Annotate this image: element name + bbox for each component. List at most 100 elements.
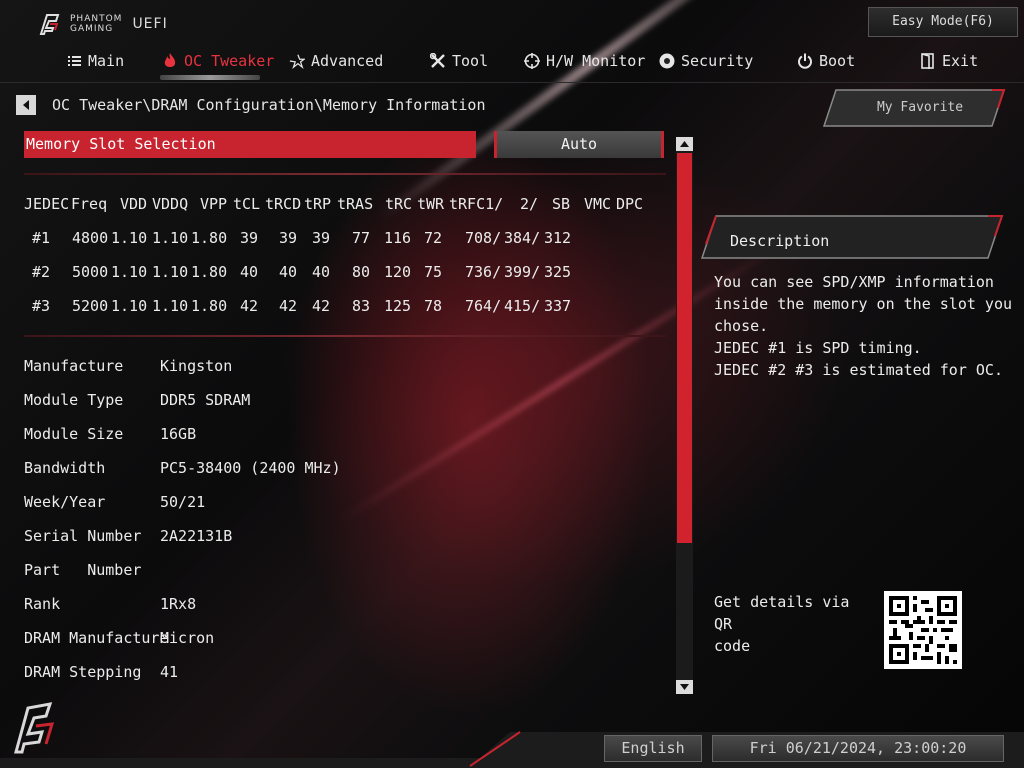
description-title: Description xyxy=(730,232,830,250)
col-vpp: VPP xyxy=(200,195,228,213)
info-value: 41 xyxy=(160,663,179,681)
tab-security[interactable]: Security xyxy=(659,44,753,78)
my-favorite-button[interactable]: My Favorite xyxy=(822,88,1006,128)
info-value: 50/21 xyxy=(160,493,206,511)
info-key: Bandwidth xyxy=(24,459,106,477)
cell-trcd: 42 xyxy=(279,297,298,315)
qr-code xyxy=(884,591,962,669)
cell-jedec: #3 xyxy=(32,297,51,315)
cell-vddq: 1.10 xyxy=(152,263,189,281)
cell-tcl: 40 xyxy=(240,263,259,281)
description-line: chose. xyxy=(714,317,769,335)
qr-caption-line: code xyxy=(714,637,751,655)
tab-oc-tweaker[interactable]: OC Tweaker xyxy=(162,44,274,78)
cell-trcd: 39 xyxy=(279,229,298,247)
col-tcl: tCL xyxy=(233,195,261,213)
phantom-gaming-logo-icon xyxy=(39,14,60,35)
col-vddq: VDDQ xyxy=(152,195,189,213)
easy-mode-button[interactable]: Easy Mode(F6) xyxy=(868,7,1018,37)
col-trfc1: tRFC1/ xyxy=(449,195,504,213)
cell-trfc2: 399/ xyxy=(504,263,541,281)
table-row: #2 5000 1.10 1.10 1.80 40 40 40 80 120 7… xyxy=(0,263,680,283)
tab-tool[interactable]: Tool xyxy=(430,44,488,78)
brand-line-1: PHANTOM xyxy=(70,14,123,24)
qr-code-icon xyxy=(889,596,957,664)
col-twr: tWR xyxy=(417,195,445,213)
cell-vpp: 1.80 xyxy=(191,263,228,281)
cell-trfcsb: 337 xyxy=(544,297,572,315)
info-key: Module Size xyxy=(24,425,124,443)
cell-vddq: 1.10 xyxy=(152,297,189,315)
tab-boot[interactable]: Boot xyxy=(797,44,855,78)
tab-advanced[interactable]: Advanced xyxy=(289,44,383,78)
tab-security-label: Security xyxy=(681,52,754,70)
flame-icon xyxy=(162,53,178,69)
tools-icon xyxy=(430,53,446,69)
col-vmc: VMC xyxy=(584,195,612,213)
cell-trfc1: 708/ xyxy=(465,229,502,247)
cell-jedec: #1 xyxy=(32,229,51,247)
back-button[interactable] xyxy=(16,95,36,115)
info-value: DDR5 SDRAM xyxy=(160,391,251,409)
table-row: #3 5200 1.10 1.10 1.80 42 42 42 83 125 7… xyxy=(0,297,680,317)
brand-uefi: UEFI xyxy=(132,16,168,32)
active-tab-indicator xyxy=(160,75,260,80)
scrollbar[interactable] xyxy=(676,137,693,694)
info-value: Micron xyxy=(160,629,215,647)
tab-oc-tweaker-label: OC Tweaker xyxy=(184,52,275,70)
qr-caption: Get details via QR code xyxy=(714,591,874,657)
col-trfc2: 2/ xyxy=(520,195,539,213)
section-divider xyxy=(24,173,666,175)
qr-caption-line: Get details via QR xyxy=(714,593,850,633)
tab-main-label: Main xyxy=(88,52,125,70)
cell-jedec: #2 xyxy=(32,263,51,281)
scrollbar-thumb[interactable] xyxy=(677,153,692,543)
description-line: You can see SPD/XMP information xyxy=(714,273,994,291)
language-button[interactable]: English xyxy=(604,735,702,762)
scroll-down-button[interactable] xyxy=(676,680,693,694)
cell-tcl: 42 xyxy=(240,297,259,315)
cell-twr: 78 xyxy=(424,297,443,315)
cell-twr: 75 xyxy=(424,263,443,281)
list-icon xyxy=(66,53,82,69)
cell-trc: 116 xyxy=(384,229,412,247)
memory-slot-selection-value[interactable]: Auto xyxy=(494,131,664,158)
cell-tras: 80 xyxy=(352,263,371,281)
tab-tool-label: Tool xyxy=(452,52,489,70)
arrow-down-icon xyxy=(680,684,689,690)
info-key: Rank xyxy=(24,595,61,613)
cell-trfc2: 384/ xyxy=(504,229,541,247)
power-icon xyxy=(797,53,813,69)
info-value: Kingston xyxy=(160,357,233,375)
cell-trfcsb: 312 xyxy=(544,229,572,247)
col-trc: tRC xyxy=(385,195,413,213)
scroll-up-button[interactable] xyxy=(676,137,693,151)
main-nav: Main OC Tweaker Advanced Tool H/W Monito… xyxy=(0,44,1024,80)
cell-vpp: 1.80 xyxy=(191,297,228,315)
description-line: JEDEC #1 is SPD timing. xyxy=(714,339,922,357)
cell-trcd: 40 xyxy=(279,263,298,281)
nav-divider xyxy=(0,82,1024,83)
info-key: DRAM Stepping xyxy=(24,663,142,681)
brand-name: PHANTOM GAMING xyxy=(70,14,122,34)
arrow-left-icon xyxy=(23,100,29,110)
col-jedec: JEDEC xyxy=(24,195,70,213)
col-vdd: VDD xyxy=(120,195,148,213)
tab-main[interactable]: Main xyxy=(66,44,124,78)
cell-vdd: 1.10 xyxy=(111,229,148,247)
info-value: 1Rx8 xyxy=(160,595,197,613)
info-key: Manufacture xyxy=(24,357,124,375)
arrow-up-icon xyxy=(680,141,689,147)
tab-hw-monitor[interactable]: H/W Monitor xyxy=(524,44,645,78)
tab-exit[interactable]: Exit xyxy=(920,44,978,78)
phantom-gaming-logo: PHANTOM GAMING UEFI xyxy=(38,12,168,36)
brand-line-2: GAMING xyxy=(70,24,114,34)
tab-boot-label: Boot xyxy=(819,52,856,70)
col-trp: tRP xyxy=(304,195,332,213)
cell-vddq: 1.10 xyxy=(152,229,189,247)
cell-tras: 77 xyxy=(352,229,371,247)
memory-slot-selection-label[interactable]: Memory Slot Selection xyxy=(24,131,476,158)
cell-vdd: 1.10 xyxy=(111,297,148,315)
cell-trfc1: 764/ xyxy=(465,297,502,315)
info-value: PC5-38400 (2400 MHz) xyxy=(160,459,341,477)
